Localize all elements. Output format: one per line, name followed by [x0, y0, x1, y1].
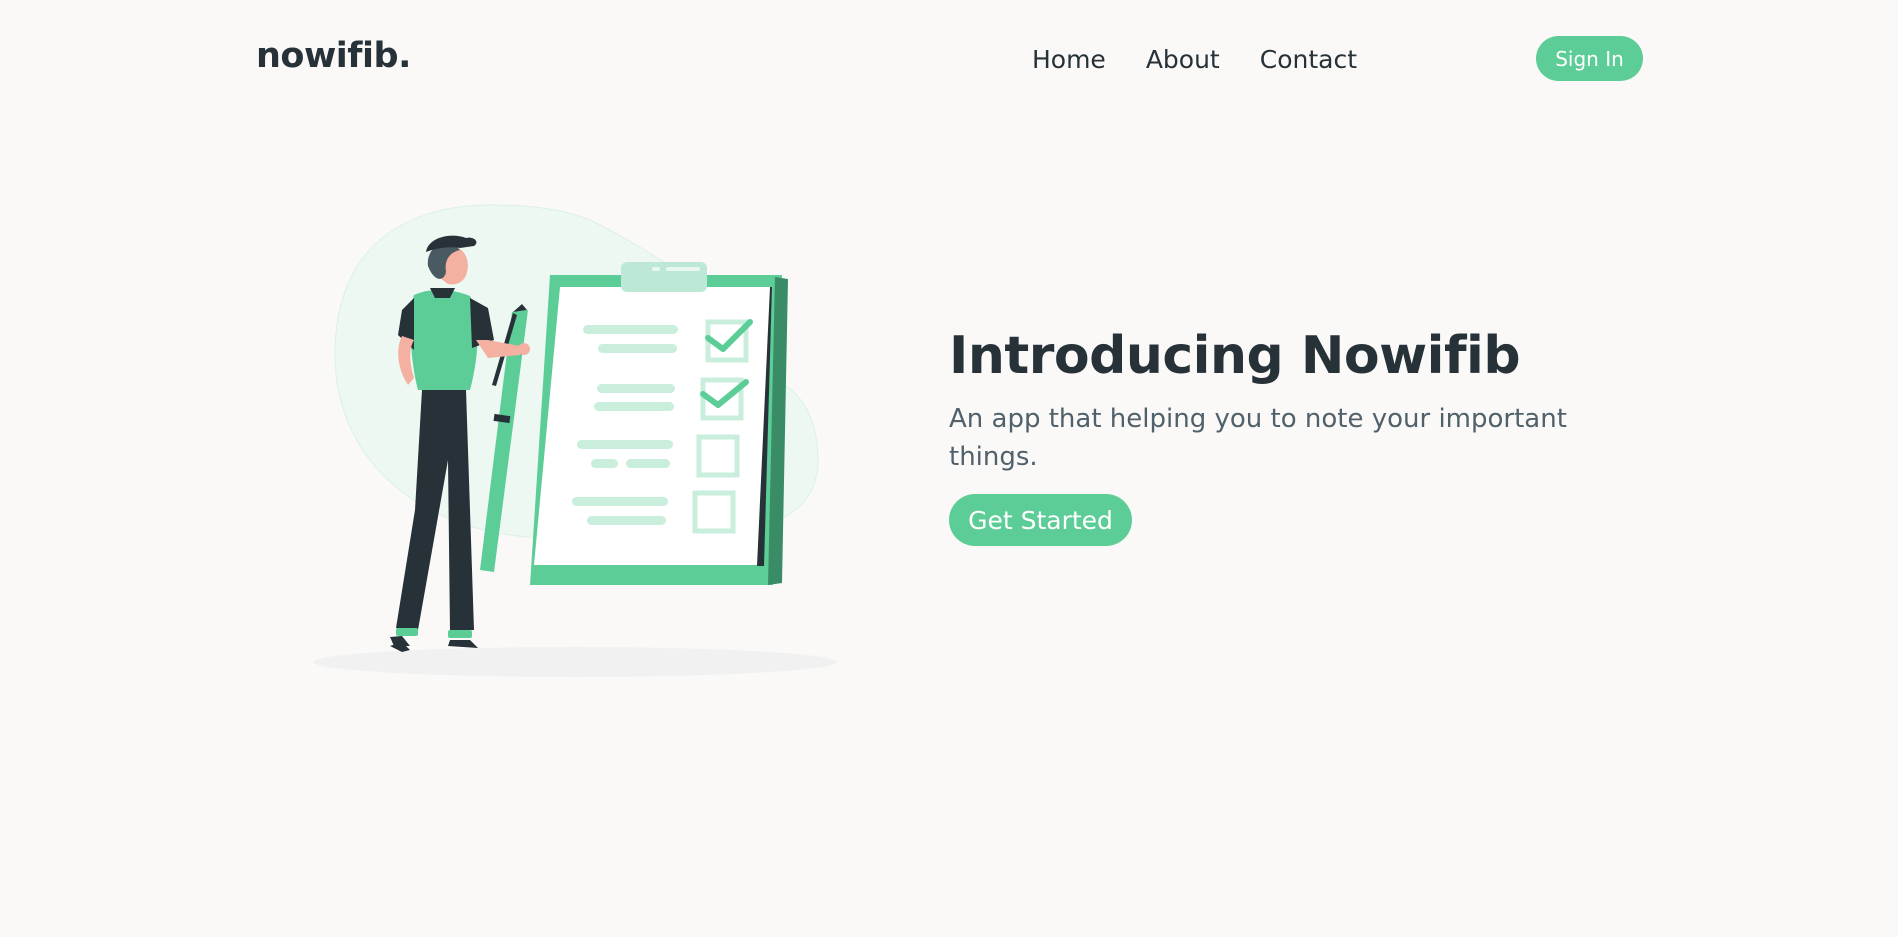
- checklist-illustration: [310, 200, 850, 680]
- sign-in-button[interactable]: Sign In: [1536, 36, 1643, 81]
- get-started-button[interactable]: Get Started: [949, 494, 1132, 546]
- nav-links: Home About Contact: [1032, 36, 1357, 82]
- nav-link-contact[interactable]: Contact: [1260, 45, 1357, 74]
- nav-link-about[interactable]: About: [1146, 45, 1220, 74]
- hero-title: Introducing Nowifib: [949, 326, 1521, 386]
- top-nav: Home About Contact Sign In: [0, 36, 1898, 82]
- nav-link-home[interactable]: Home: [1032, 45, 1106, 74]
- hero-subtitle: An app that helping you to note your imp…: [949, 404, 1567, 472]
